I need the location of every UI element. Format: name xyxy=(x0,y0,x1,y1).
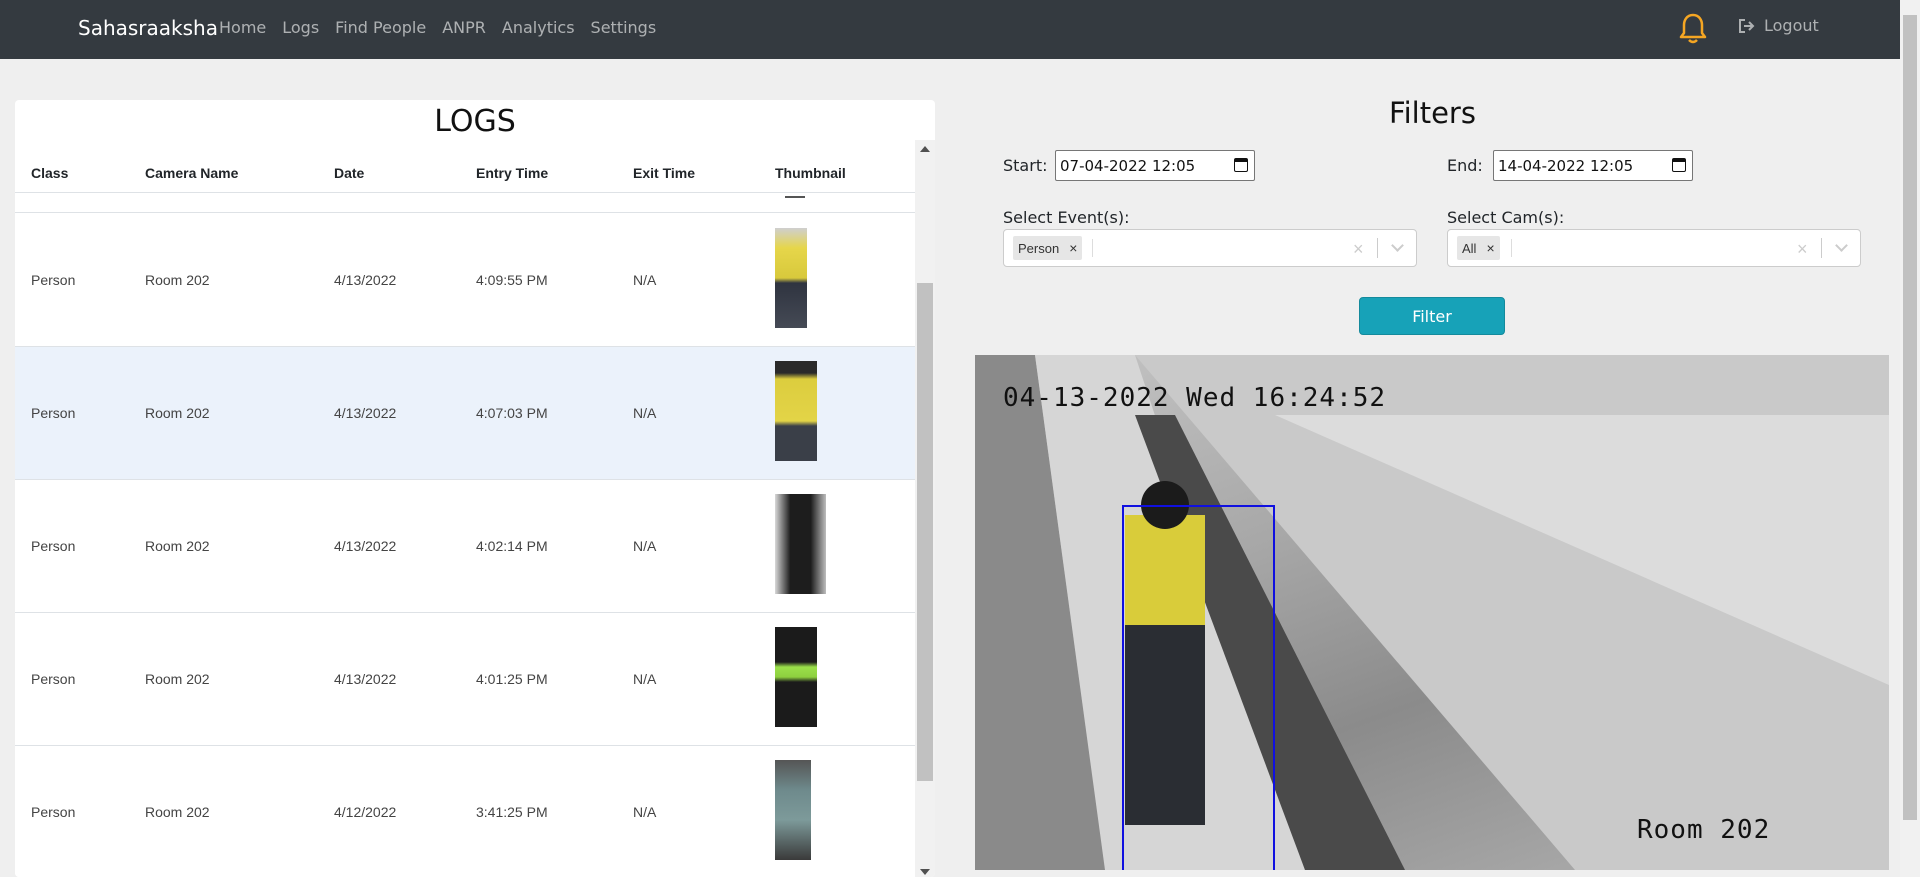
col-exit-time: Exit Time xyxy=(633,165,695,181)
camera-name-overlay: Room 202 xyxy=(1637,815,1771,845)
start-datetime-value: 07-04-2022 12:05 xyxy=(1060,157,1196,175)
thumbnail-image[interactable] xyxy=(775,228,807,328)
cam-chip-all[interactable]: All × xyxy=(1457,236,1500,260)
start-label: Start: xyxy=(1003,156,1048,175)
cell-class: Person xyxy=(31,538,76,554)
cell-date: 4/12/2022 xyxy=(334,804,397,820)
table-row[interactable]: Person Room 202 4/12/2022 3:41:25 PM N/A xyxy=(15,746,915,877)
brand-logo[interactable]: Sahasraaksha xyxy=(78,16,218,40)
nav-analytics[interactable]: Analytics xyxy=(502,18,575,37)
nav-settings[interactable]: Settings xyxy=(591,18,657,37)
logout-button[interactable]: Logout xyxy=(1738,16,1819,35)
cell-entry: 4:09:55 PM xyxy=(476,272,548,288)
page-scrollbar-thumb[interactable] xyxy=(1903,15,1917,820)
table-row[interactable]: Person Room 202 4/13/2022 4:07:03 PM N/A xyxy=(15,347,915,480)
col-date: Date xyxy=(334,165,365,181)
logs-scrollbar[interactable] xyxy=(915,140,935,877)
table-row[interactable]: Person Room 202 4/13/2022 4:09:55 PM N/A xyxy=(15,214,915,347)
nav-find-people[interactable]: Find People xyxy=(335,18,426,37)
cell-exit: N/A xyxy=(633,671,657,687)
cell-class: Person xyxy=(31,405,76,421)
select-cams-dropdown[interactable]: All × × xyxy=(1447,229,1861,267)
select-separator xyxy=(1821,238,1822,258)
cell-camera: Room 202 xyxy=(145,405,210,421)
cell-camera: Room 202 xyxy=(145,538,210,554)
cell-class: Person xyxy=(31,272,76,288)
camera-snapshot: 04-13-2022 Wed 16:24:52 Room 202 xyxy=(975,355,1889,870)
nav-home[interactable]: Home xyxy=(219,18,266,37)
cell-camera: Room 202 xyxy=(145,272,210,288)
select-cams-label: Select Cam(s): xyxy=(1447,208,1565,227)
clear-icon[interactable]: × xyxy=(1353,239,1364,260)
logs-scrollbar-thumb[interactable] xyxy=(917,283,933,781)
select-input-cursor xyxy=(1511,239,1512,257)
col-camera-name: Camera Name xyxy=(145,165,239,181)
nav-anpr[interactable]: ANPR xyxy=(442,18,486,37)
cell-date: 4/13/2022 xyxy=(334,272,397,288)
filter-button[interactable]: Filter xyxy=(1359,297,1505,335)
select-events-label: Select Event(s): xyxy=(1003,208,1130,227)
cell-exit: N/A xyxy=(633,272,657,288)
table-row[interactable]: Person Room 202 4/13/2022 4:02:14 PM N/A xyxy=(15,480,915,613)
cell-exit: N/A xyxy=(633,538,657,554)
cell-entry: 4:01:25 PM xyxy=(476,671,548,687)
chip-label: All xyxy=(1462,240,1477,256)
calendar-icon[interactable] xyxy=(1672,158,1686,172)
thumbnail-image[interactable] xyxy=(775,494,826,594)
nav-links: Home Logs Find People ANPR Analytics Set… xyxy=(219,18,656,37)
scroll-down-arrow-icon[interactable] xyxy=(920,869,930,875)
page-scrollbar[interactable] xyxy=(1900,0,1920,877)
chevron-down-icon[interactable] xyxy=(1835,239,1848,252)
end-label: End: xyxy=(1447,156,1483,175)
cell-entry: 3:41:25 PM xyxy=(476,804,548,820)
cell-entry: 4:07:03 PM xyxy=(476,405,548,421)
calendar-icon[interactable] xyxy=(1234,158,1248,172)
logs-title: LOGS xyxy=(434,104,516,139)
cell-date: 4/13/2022 xyxy=(334,405,397,421)
cell-camera: Room 202 xyxy=(145,671,210,687)
event-chip-person[interactable]: Person × xyxy=(1013,236,1083,260)
cell-exit: N/A xyxy=(633,804,657,820)
cell-date: 4/13/2022 xyxy=(334,538,397,554)
thumbnail-image xyxy=(785,193,805,198)
table-header: Class Camera Name Date Entry Time Exit T… xyxy=(15,150,915,193)
camera-scene xyxy=(975,355,1889,870)
thumbnail-image[interactable] xyxy=(775,760,811,860)
scroll-up-arrow-icon[interactable] xyxy=(920,146,930,152)
chip-label: Person xyxy=(1018,240,1060,256)
cell-date: 4/13/2022 xyxy=(334,671,397,687)
end-datetime-value: 14-04-2022 12:05 xyxy=(1498,157,1634,175)
nav-logs[interactable]: Logs xyxy=(282,18,319,37)
end-datetime-input[interactable]: 14-04-2022 12:05 xyxy=(1493,150,1693,181)
chevron-down-icon[interactable] xyxy=(1391,239,1404,252)
cell-class: Person xyxy=(31,671,76,687)
col-thumbnail: Thumbnail xyxy=(775,165,846,181)
filters-title: Filters xyxy=(1389,96,1476,130)
thumbnail-image[interactable] xyxy=(775,627,817,727)
logout-label: Logout xyxy=(1764,16,1819,35)
clear-icon[interactable]: × xyxy=(1797,239,1808,260)
select-events-dropdown[interactable]: Person × × xyxy=(1003,229,1417,267)
top-navbar: Sahasraaksha Home Logs Find People ANPR … xyxy=(0,0,1900,59)
cell-class: Person xyxy=(31,804,76,820)
logs-table: Class Camera Name Date Entry Time Exit T… xyxy=(15,150,915,877)
chip-remove-icon[interactable]: × xyxy=(1486,240,1494,256)
table-row-partial xyxy=(15,193,915,213)
logout-icon xyxy=(1739,18,1755,33)
table-row[interactable]: Person Room 202 4/13/2022 4:01:25 PM N/A xyxy=(15,613,915,746)
bell-icon[interactable] xyxy=(1678,12,1708,46)
select-separator xyxy=(1377,238,1378,258)
cell-entry: 4:02:14 PM xyxy=(476,538,548,554)
detection-bounding-box xyxy=(1122,505,1275,870)
start-datetime-input[interactable]: 07-04-2022 12:05 xyxy=(1055,150,1255,181)
cell-camera: Room 202 xyxy=(145,804,210,820)
col-class: Class xyxy=(31,165,69,181)
col-entry-time: Entry Time xyxy=(476,165,549,181)
cell-exit: N/A xyxy=(633,405,657,421)
thumbnail-image[interactable] xyxy=(775,361,817,461)
select-input-cursor xyxy=(1092,239,1093,257)
camera-timestamp: 04-13-2022 Wed 16:24:52 xyxy=(1003,383,1387,413)
logs-card: LOGS Class Camera Name Date Entry Time E… xyxy=(15,100,935,877)
chip-remove-icon[interactable]: × xyxy=(1069,240,1077,256)
